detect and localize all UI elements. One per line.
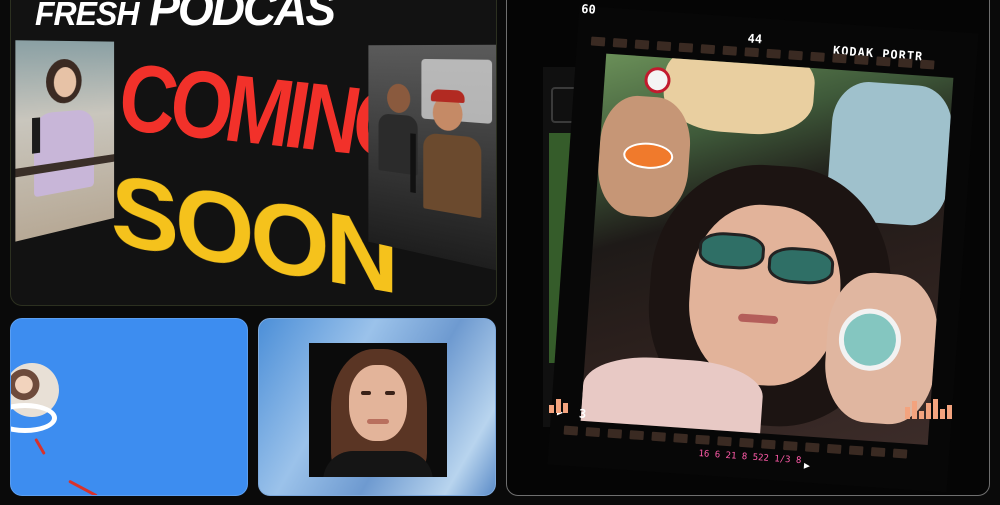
portrait-eye <box>385 391 395 395</box>
film-frame-top-number: 44 <box>747 31 763 47</box>
headline-podcast: PODCAS <box>149 0 336 36</box>
portrait-face <box>349 365 407 441</box>
red-beanie <box>430 89 465 104</box>
film-frame-left-number: 60 <box>580 1 597 17</box>
orange-edge-marks-left <box>549 397 568 413</box>
soon-text: SOON <box>111 153 396 306</box>
blue-abstract-card[interactable] <box>10 318 248 496</box>
red-stroke-shape <box>68 479 98 495</box>
red-stroke-shape <box>34 437 46 456</box>
podcast-headline: FRESH PODCAS <box>35 0 336 36</box>
guest-left-face <box>387 83 411 114</box>
plaid-shirt <box>423 132 482 219</box>
film-frame-bottom-number: 3 <box>578 406 587 422</box>
guests-photo-panel <box>368 44 496 271</box>
microphone-stand-icon <box>410 133 416 194</box>
orange-edge-marks <box>905 399 952 419</box>
kodak-film-card[interactable]: 60 44 KODAK PORTR ▶ 3 16 6 21 8 522 1/3 … <box>506 0 990 496</box>
headline-fresh: FRESH <box>35 0 139 33</box>
portrait-eye <box>361 391 371 395</box>
film-edge-code: 16 6 21 8 522 1/3 8 <box>698 449 802 467</box>
three-friends-photo <box>580 53 954 445</box>
coming-text: COMING <box>119 43 409 181</box>
microphone-icon <box>32 117 41 154</box>
host-photo-panel <box>15 40 115 242</box>
triangle-right-icon: ▶ <box>803 460 811 472</box>
portrait-card[interactable] <box>258 318 496 496</box>
portrait-shoulders <box>323 451 433 477</box>
film-negative-strip: 60 44 KODAK PORTR ▶ 3 16 6 21 8 522 1/3 … <box>547 2 979 493</box>
podcast-coming-soon-card[interactable]: FRESH PODCAS COMING SOON <box>10 0 497 306</box>
host-body <box>34 108 94 198</box>
woman-portrait-photo <box>309 343 447 477</box>
portrait-mouth <box>367 419 389 424</box>
